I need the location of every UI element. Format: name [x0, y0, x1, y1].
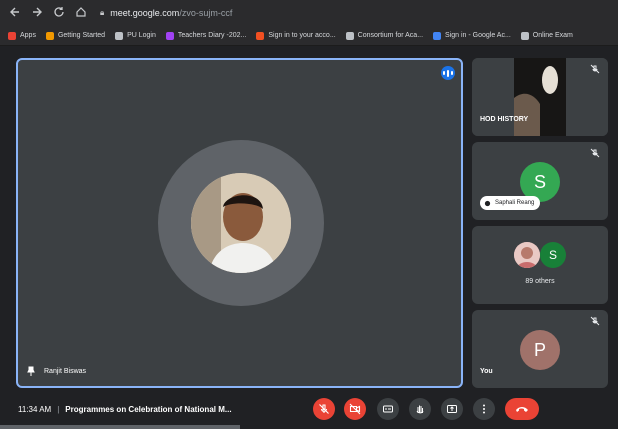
participant-name: Saphali Reang — [495, 200, 535, 206]
bookmark-icon — [165, 31, 174, 40]
meeting-time: 11:34 AM — [18, 405, 52, 414]
leave-call-button[interactable] — [505, 398, 539, 420]
closed-captions-icon — [383, 405, 393, 413]
speaker-name: Ranjit Biswas — [44, 367, 87, 375]
separator: | — [57, 405, 60, 414]
lock-icon: 🔒︎ — [100, 8, 105, 17]
participant-video — [472, 58, 608, 136]
others-count: 89 others — [525, 278, 555, 285]
bookmark-item[interactable]: Sign in - Google Ac... — [433, 31, 511, 40]
bookmark-label: Getting Started — [57, 32, 106, 39]
url-field[interactable]: 🔒︎ meet.google.com /zvo-sujm-ccf — [100, 8, 232, 18]
bookmark-label: Sign in - Google Ac... — [445, 32, 511, 39]
mic-off-icon — [319, 404, 329, 414]
meeting-control-bar: 11:34 AM | Programmes on Celebration of … — [0, 392, 618, 429]
speaker-avatar — [191, 173, 291, 273]
hang-up-icon — [516, 407, 528, 412]
participant-name: HOD HISTORY — [480, 116, 529, 123]
globe-icon — [345, 31, 354, 40]
muted-mic-icon — [590, 148, 600, 158]
muted-mic-icon — [590, 64, 600, 74]
participant-name-chip: Saphali Reang — [480, 196, 541, 210]
participant-tile-hod-history[interactable]: HOD HISTORY — [472, 58, 608, 136]
pin-icon[interactable] — [26, 366, 36, 376]
url-path: /zvo-sujm-ccf — [179, 8, 233, 18]
bookmark-label: Online Exam — [532, 32, 573, 39]
home-icon[interactable] — [74, 6, 88, 20]
bookmarks-bar: Apps Getting Started PU Login Teachers Diar… — [0, 26, 618, 46]
toggle-camera-button[interactable] — [344, 398, 366, 420]
bookmark-item[interactable]: Getting Started — [45, 31, 106, 40]
bookmark-item[interactable]: Sign in to your acco... — [256, 31, 336, 40]
bookmark-item[interactable]: Teachers Diary -202... — [165, 31, 247, 40]
google-icon — [433, 31, 442, 40]
speaker-name-label: Ranjit Biswas — [26, 366, 86, 376]
url-domain: meet.google.com — [110, 8, 180, 18]
participant-avatar-photo — [514, 242, 540, 268]
participant-avatar: S — [540, 242, 566, 268]
bookmark-item[interactable]: Consortium for Aca... — [345, 31, 424, 40]
reload-icon[interactable] — [52, 6, 66, 20]
camera-off-icon — [349, 403, 361, 415]
muted-mic-icon — [590, 316, 600, 326]
bookmark-label: Apps — [20, 32, 36, 39]
raise-hand-button[interactable] — [409, 398, 431, 420]
hand-icon — [416, 405, 424, 414]
toggle-microphone-button[interactable] — [313, 398, 335, 420]
main-video-tile[interactable]: Ranjit Biswas — [16, 58, 463, 388]
bookmark-label: Teachers Diary -202... — [177, 32, 247, 39]
horizontal-scrollbar[interactable] — [0, 425, 240, 429]
bookmark-label: Consortium for Aca... — [357, 32, 424, 39]
browser-address-bar: 🔒︎ meet.google.com /zvo-sujm-ccf — [0, 0, 618, 26]
participant-tile-saphali[interactable]: S Saphali Reang — [472, 142, 608, 220]
microsoft-icon — [256, 31, 265, 40]
present-icon — [447, 405, 457, 413]
bookmark-label: Sign in to your acco... — [268, 32, 336, 39]
forward-arrow-icon[interactable] — [30, 6, 44, 20]
bookmark-label: PU Login — [127, 32, 156, 39]
participant-tile-you[interactable]: P You — [472, 310, 608, 388]
captions-button[interactable] — [377, 398, 399, 420]
firefox-icon — [45, 31, 54, 40]
bookmark-item[interactable]: PU Login — [115, 31, 156, 40]
hand-icon — [484, 200, 491, 206]
present-screen-button[interactable] — [441, 398, 463, 420]
self-name: You — [480, 368, 493, 375]
meeting-title: Programmes on Celebration of National M.… — [65, 405, 232, 414]
apps-grid-icon — [8, 31, 16, 40]
globe-icon — [115, 31, 124, 40]
back-arrow-icon[interactable] — [8, 6, 22, 20]
participant-tile-others[interactable]: S 89 others — [472, 226, 608, 304]
meeting-details: 11:34 AM | Programmes on Celebration of … — [18, 405, 232, 414]
speaking-indicator-icon — [441, 66, 455, 80]
more-options-button[interactable] — [473, 398, 495, 420]
globe-icon — [520, 31, 529, 40]
self-avatar: P — [520, 330, 560, 370]
bookmark-item[interactable]: Online Exam — [520, 31, 573, 40]
more-vertical-icon — [483, 404, 485, 414]
bookmark-item[interactable]: Apps — [8, 31, 36, 40]
